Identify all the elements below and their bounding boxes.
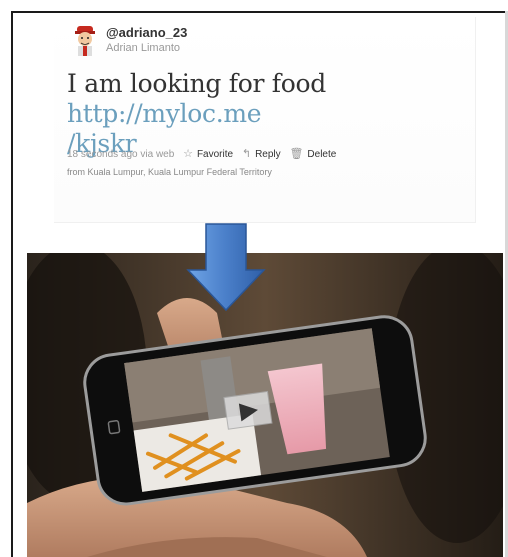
trash-icon[interactable]: 🗑 bbox=[289, 148, 303, 160]
avatar[interactable] bbox=[73, 26, 97, 56]
tweet-timestamp[interactable]: 18 seconds ago via web bbox=[67, 149, 174, 160]
favorite-button[interactable]: Favorite bbox=[197, 149, 233, 160]
tweet-location: from Kuala Lumpur, Kuala Lumpur Federal … bbox=[67, 167, 272, 177]
star-outline-icon[interactable]: ☆ bbox=[183, 148, 193, 160]
delete-button[interactable]: Delete bbox=[307, 149, 336, 160]
frame-left-border bbox=[11, 11, 13, 557]
reply-button[interactable]: Reply bbox=[255, 149, 281, 160]
reply-arrow-icon[interactable]: ↰ bbox=[242, 148, 251, 160]
tweet-text: I am looking for food http://myloc.me/kj… bbox=[67, 69, 477, 159]
tweet-link[interactable]: http://myloc.me bbox=[67, 99, 262, 128]
tweet-meta: 18 seconds ago via web ☆ Favorite ↰ Reply … bbox=[67, 147, 336, 160]
full-name: Adrian Limanto bbox=[106, 42, 180, 54]
down-arrow-icon bbox=[186, 223, 266, 312]
screen-name[interactable]: @adriano_23 bbox=[106, 25, 187, 40]
tweet-body: I am looking for food bbox=[67, 69, 326, 98]
frame-top-border bbox=[11, 11, 508, 13]
